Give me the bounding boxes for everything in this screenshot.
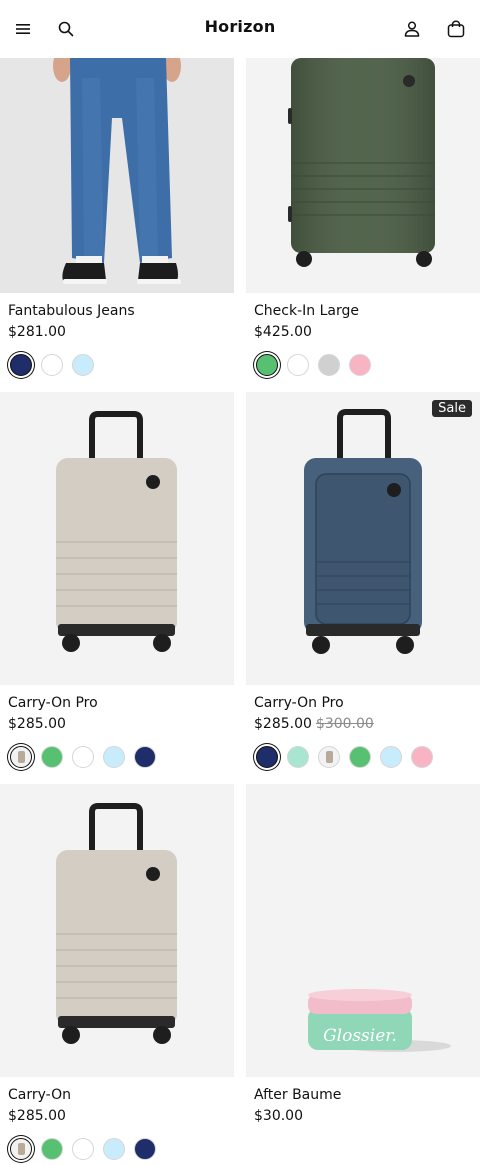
suitcase-green-image	[246, 58, 480, 293]
product-image[interactable]	[0, 58, 234, 293]
product-title[interactable]: Carry-On Pro	[254, 695, 344, 711]
color-swatches	[256, 746, 433, 768]
product-card[interactable]: Fantabulous Jeans $281.00	[0, 58, 234, 388]
search-icon	[58, 21, 74, 37]
cart-button[interactable]	[444, 17, 468, 41]
color-swatches	[10, 746, 156, 768]
swatch-image-beige[interactable]	[10, 1138, 32, 1160]
swatch-white[interactable]	[287, 354, 309, 376]
product-price: $30.00	[254, 1108, 303, 1124]
product-title[interactable]: Carry-On	[8, 1087, 71, 1103]
swatch-green[interactable]	[349, 746, 371, 768]
swatch-white[interactable]	[41, 354, 63, 376]
jeans-image	[0, 58, 234, 293]
product-price: $281.00	[8, 324, 66, 340]
sale-badge: Sale	[432, 400, 472, 417]
jar-brand-label: Glossier.	[323, 1026, 397, 1046]
swatch-pink[interactable]	[349, 354, 371, 376]
product-card[interactable]: Carry-On Pro $285.00	[0, 392, 234, 780]
swatch-light-blue[interactable]	[103, 1138, 125, 1160]
product-title[interactable]: Check-In Large	[254, 303, 359, 319]
swatch-mint[interactable]	[287, 746, 309, 768]
suitcase-beige-image	[0, 784, 234, 1077]
brand-logo[interactable]: Horizon	[205, 17, 276, 36]
product-price: $285.00	[8, 1108, 66, 1124]
swatch-navy[interactable]	[10, 354, 32, 376]
swatch-white[interactable]	[72, 1138, 94, 1160]
swatch-navy[interactable]	[134, 1138, 156, 1160]
shopping-bag-icon	[447, 20, 465, 38]
menu-icon	[16, 24, 30, 34]
product-title[interactable]: Fantabulous Jeans	[8, 303, 135, 319]
product-card[interactable]: Glossier. After Baume $30.00	[246, 784, 480, 1165]
swatch-image-beige[interactable]	[318, 746, 340, 768]
suitcase-blue-image	[246, 392, 480, 685]
swatch-pink[interactable]	[411, 746, 433, 768]
swatch-white[interactable]	[72, 746, 94, 768]
swatch-navy[interactable]	[134, 746, 156, 768]
product-title[interactable]: Carry-On Pro	[8, 695, 98, 711]
product-title[interactable]: After Baume	[254, 1087, 341, 1103]
search-button[interactable]	[54, 17, 78, 41]
menu-button[interactable]	[11, 17, 35, 41]
color-swatches	[256, 354, 371, 376]
suitcase-beige-image	[0, 392, 234, 685]
product-card[interactable]: Sale Carry-On Pro $285.00 $300.00	[246, 392, 480, 780]
swatch-image-beige[interactable]	[10, 746, 32, 768]
product-price: $425.00	[254, 324, 312, 340]
product-price: $285.00	[8, 716, 66, 732]
account-button[interactable]	[400, 17, 424, 41]
color-swatches	[10, 1138, 156, 1160]
product-card[interactable]: Carry-On $285.00	[0, 784, 234, 1165]
top-header: Horizon	[0, 0, 480, 58]
product-image[interactable]	[0, 392, 234, 685]
product-card[interactable]: Check-In Large $425.00	[246, 58, 480, 388]
product-image[interactable]	[246, 58, 480, 293]
product-image[interactable]	[0, 784, 234, 1077]
swatch-green[interactable]	[41, 1138, 63, 1160]
product-image[interactable]: Glossier.	[246, 784, 480, 1077]
compare-price: $300.00	[315, 716, 374, 732]
balm-jar-image: Glossier.	[246, 784, 480, 1077]
swatch-green[interactable]	[41, 746, 63, 768]
product-image[interactable]: Sale	[246, 392, 480, 685]
swatch-light-blue[interactable]	[380, 746, 402, 768]
swatch-light-blue[interactable]	[72, 354, 94, 376]
color-swatches	[10, 354, 94, 376]
account-icon	[404, 21, 420, 37]
swatch-light-blue[interactable]	[103, 746, 125, 768]
swatch-green[interactable]	[256, 354, 278, 376]
swatch-navy[interactable]	[256, 746, 278, 768]
product-price: $285.00 $300.00	[254, 716, 374, 732]
swatch-gray[interactable]	[318, 354, 340, 376]
